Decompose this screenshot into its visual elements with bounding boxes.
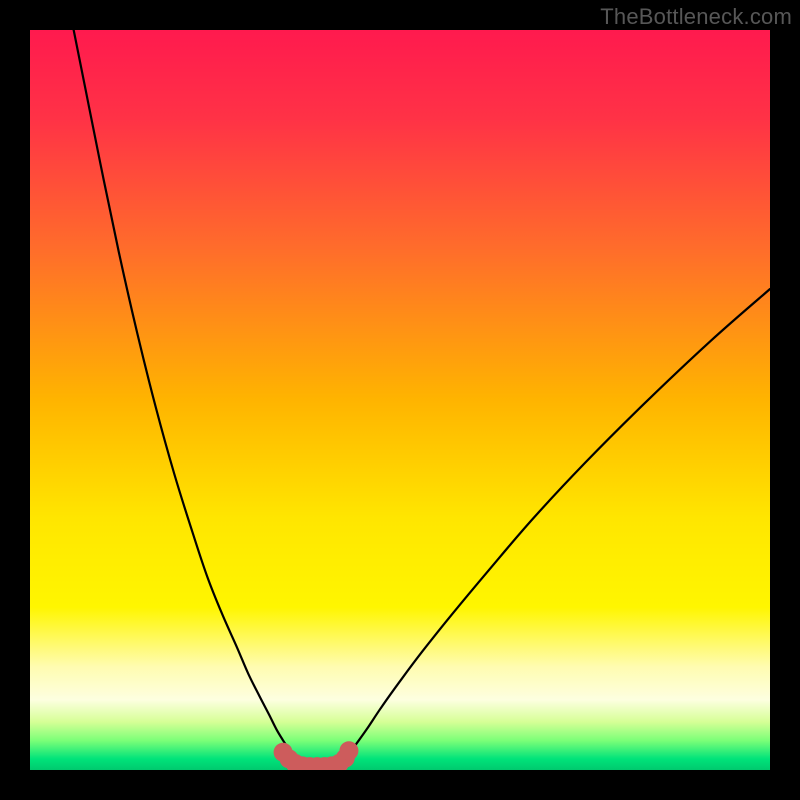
gradient-background (30, 30, 770, 770)
valley-marker (339, 741, 358, 760)
bottleneck-chart (0, 0, 800, 800)
watermark-label: TheBottleneck.com (600, 4, 792, 30)
